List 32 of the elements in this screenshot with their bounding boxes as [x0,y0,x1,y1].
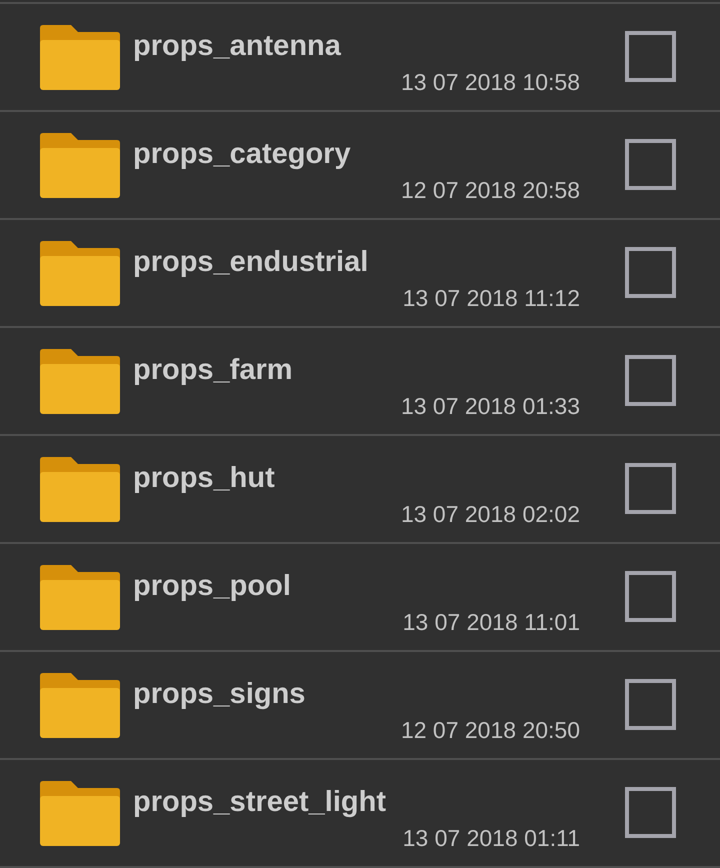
modified-date: 13 07 2018 11:01 [402,608,580,636]
modified-date: 13 07 2018 01:11 [402,824,580,852]
modified-date: 13 07 2018 11:12 [402,284,580,312]
folder-name: props_pool [133,569,291,603]
modified-date: 13 07 2018 01:33 [400,392,580,420]
select-checkbox[interactable] [625,571,676,622]
folder-name: props_antenna [133,29,341,63]
modified-date: 12 07 2018 20:58 [400,176,580,204]
folder-icon [40,673,120,738]
folder-name: props_signs [133,677,306,711]
select-checkbox[interactable] [625,247,676,298]
select-checkbox[interactable] [625,463,676,514]
select-checkbox[interactable] [625,139,676,190]
folder-name: props_farm [133,353,293,387]
folder-icon [40,349,120,414]
folder-name: props_category [133,137,351,171]
folder-icon [40,781,120,846]
select-checkbox[interactable] [625,679,676,730]
modified-date: 13 07 2018 02:02 [400,500,580,528]
folder-icon [40,457,120,522]
folder-icon [40,565,120,630]
select-checkbox[interactable] [625,31,676,82]
folder-name: props_hut [133,461,275,495]
select-checkbox[interactable] [625,355,676,406]
folder-icon [40,25,120,90]
folder-name: props_endustrial [133,245,368,279]
folder-icon [40,241,120,306]
modified-date: 12 07 2018 20:50 [400,716,580,744]
select-checkbox[interactable] [625,787,676,838]
modified-date: 13 07 2018 10:58 [400,68,580,96]
folder-name: props_street_light [133,785,386,819]
folder-icon [40,133,120,198]
